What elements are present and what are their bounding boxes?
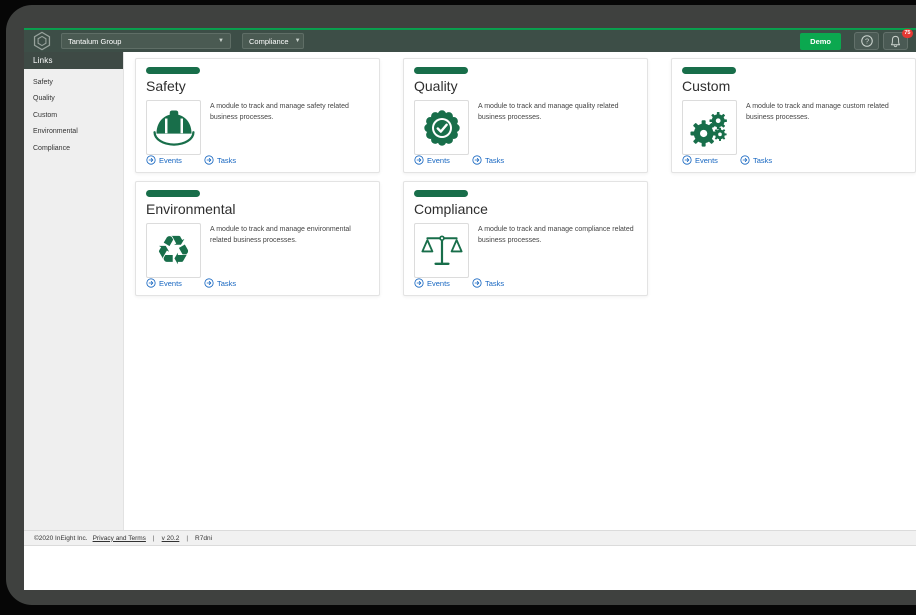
- top-nav: Tantalum Group ▼ Compliance ▼ Demo ?: [24, 30, 916, 52]
- circle-arrow-icon: [472, 278, 482, 288]
- card-accent-bar: [414, 190, 468, 197]
- main-content: Safety A modul: [124, 52, 916, 530]
- circle-arrow-icon: [414, 155, 424, 165]
- bell-icon: [889, 35, 902, 48]
- card-description: A module to track and manage safety rela…: [210, 102, 368, 155]
- footer-separator: |: [186, 535, 188, 542]
- card-description: A module to track and manage quality rel…: [478, 102, 636, 155]
- card-description: A module to track and manage compliance …: [478, 225, 636, 278]
- module-card-quality: Quality: [403, 58, 648, 173]
- build-id: R7dni: [195, 535, 212, 542]
- card-accent-bar: [682, 67, 736, 74]
- card-accent-bar: [146, 67, 200, 74]
- circle-arrow-icon: [146, 155, 156, 165]
- card-description: A module to track and manage environment…: [210, 225, 368, 278]
- footer: ©2020 InEight Inc. Privacy and Terms | v…: [24, 530, 916, 546]
- events-link[interactable]: Events: [146, 278, 182, 288]
- org-dropdown-label: Tantalum Group: [68, 37, 121, 46]
- footer-separator: |: [153, 535, 155, 542]
- privacy-terms-link[interactable]: Privacy and Terms: [93, 535, 146, 542]
- circle-arrow-icon: [682, 155, 692, 165]
- svg-text:?: ?: [864, 37, 868, 46]
- events-link[interactable]: Events: [414, 155, 450, 165]
- hard-hat-icon: [146, 100, 201, 155]
- card-title: Environmental: [146, 201, 369, 217]
- content-row: Links Safety Quality Custom Environmenta…: [24, 52, 916, 530]
- scales-icon: [414, 223, 469, 278]
- circle-arrow-icon: [204, 155, 214, 165]
- help-button[interactable]: ?: [854, 32, 879, 50]
- copyright-text: ©2020 InEight Inc.: [34, 535, 88, 542]
- gears-icon: [682, 100, 737, 155]
- card-title: Compliance: [414, 201, 637, 217]
- chevron-down-icon: ▼: [295, 38, 301, 44]
- version-link[interactable]: v 20.2: [162, 535, 180, 542]
- app-window: Tantalum Group ▼ Compliance ▼ Demo ?: [24, 28, 916, 590]
- circle-arrow-icon: [414, 278, 424, 288]
- module-card-grid: Safety A modul: [135, 58, 916, 296]
- events-link[interactable]: Events: [682, 155, 718, 165]
- quality-seal-icon: [414, 100, 469, 155]
- card-title: Quality: [414, 78, 637, 94]
- card-description: A module to track and manage custom rela…: [746, 102, 904, 155]
- sidebar-list: Safety Quality Custom Environmental Comp…: [24, 74, 123, 157]
- device-frame: Tantalum Group ▼ Compliance ▼ Demo ?: [0, 0, 916, 615]
- sidebar-item-safety[interactable]: Safety: [24, 74, 123, 91]
- chevron-down-icon: ▼: [218, 38, 224, 44]
- module-card-safety: Safety A modul: [135, 58, 380, 173]
- card-accent-bar: [146, 190, 200, 197]
- module-card-environmental: Environmental ♻ A module to track and ma…: [135, 181, 380, 296]
- events-link[interactable]: Events: [146, 155, 182, 165]
- notifications-button[interactable]: 75: [883, 32, 908, 50]
- card-title: Custom: [682, 78, 905, 94]
- sidebar: Links Safety Quality Custom Environmenta…: [24, 52, 124, 530]
- notification-badge: 75: [902, 29, 913, 38]
- module-dropdown-label: Compliance: [249, 37, 289, 46]
- org-dropdown[interactable]: Tantalum Group ▼: [61, 33, 231, 49]
- tasks-link[interactable]: Tasks: [472, 278, 504, 288]
- events-link[interactable]: Events: [414, 278, 450, 288]
- help-icon: ?: [860, 34, 874, 48]
- card-title: Safety: [146, 78, 369, 94]
- tasks-link[interactable]: Tasks: [204, 155, 236, 165]
- ineight-logo-icon: [32, 31, 52, 51]
- sidebar-header: Links: [24, 52, 123, 69]
- circle-arrow-icon: [146, 278, 156, 288]
- circle-arrow-icon: [204, 278, 214, 288]
- module-dropdown[interactable]: Compliance ▼: [242, 33, 304, 49]
- sidebar-item-compliance[interactable]: Compliance: [24, 140, 123, 157]
- module-card-compliance: Compliance: [403, 181, 648, 296]
- card-accent-bar: [414, 67, 468, 74]
- demo-button[interactable]: Demo: [800, 33, 841, 50]
- sidebar-item-custom[interactable]: Custom: [24, 107, 123, 124]
- tasks-link[interactable]: Tasks: [740, 155, 772, 165]
- circle-arrow-icon: [472, 155, 482, 165]
- module-card-custom: Custom: [671, 58, 916, 173]
- tasks-link[interactable]: Tasks: [204, 278, 236, 288]
- sidebar-item-quality[interactable]: Quality: [24, 91, 123, 108]
- tasks-link[interactable]: Tasks: [472, 155, 504, 165]
- circle-arrow-icon: [740, 155, 750, 165]
- sidebar-item-environmental[interactable]: Environmental: [24, 124, 123, 141]
- recycle-icon: ♻: [146, 223, 201, 278]
